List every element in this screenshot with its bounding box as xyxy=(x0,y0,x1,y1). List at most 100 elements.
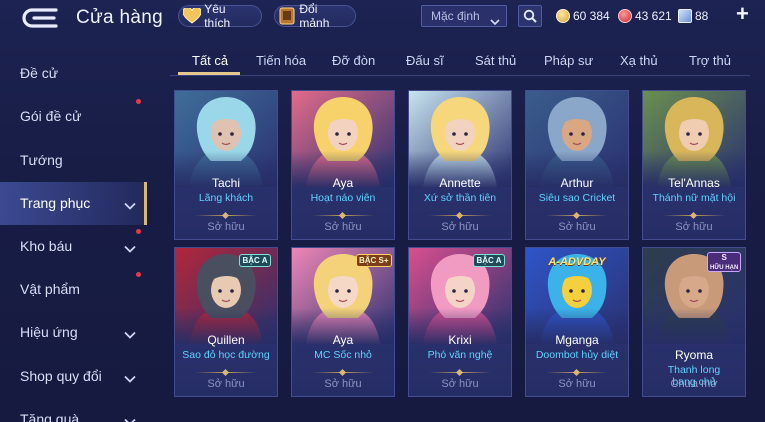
skin-card[interactable]: Tachi Lãng khách Sở hữu xyxy=(174,90,278,240)
chevron-down-icon xyxy=(124,370,136,388)
sidebar-item[interactable]: Đề cử xyxy=(0,52,147,95)
gem-amount: 43 621 xyxy=(635,9,672,23)
back-arrow-icon xyxy=(22,8,58,28)
ownership-status: Sở hữu xyxy=(441,378,479,390)
sidebar-item[interactable]: Gói đề cử xyxy=(0,95,147,138)
category-tab[interactable]: Đấu sĩ xyxy=(406,53,444,68)
ruby-icon xyxy=(618,9,632,23)
skin-name: Phó văn nghệ xyxy=(427,349,493,361)
ownership-status: Sở hữu xyxy=(324,378,362,390)
sidebar-item[interactable]: Tướng xyxy=(0,139,147,182)
card-divider xyxy=(663,215,725,216)
hero-name: Krixi xyxy=(448,333,472,347)
sidebar-item-label: Vật phẩm xyxy=(20,281,80,297)
sidebar-item[interactable]: Vật phẩm xyxy=(0,268,147,311)
skin-card[interactable]: BẬC A Quillen Sao đỏ học đường Sở hữu xyxy=(174,247,278,397)
skin-name: Siêu sao Cricket xyxy=(538,192,616,204)
search-button[interactable] xyxy=(518,5,542,27)
skin-card[interactable]: BẬC A Krixi Phó văn nghệ Sở hữu xyxy=(408,247,512,397)
sidebar-item-label: Tặng quà xyxy=(20,411,80,422)
category-tab[interactable]: Tiến hóa xyxy=(256,53,306,68)
tier-badge: BẬC S+ xyxy=(356,254,392,267)
add-currency-button[interactable]: + xyxy=(736,3,752,25)
skin-card[interactable]: Arthur Siêu sao Cricket Sở hữu xyxy=(525,90,629,240)
art-fade-overlay xyxy=(643,308,745,344)
hero-name: Annette xyxy=(439,176,481,190)
skin-card[interactable]: Aya Hoạt náo viên Sở hữu xyxy=(291,90,395,240)
skin-name: MC Sốc nhỏ xyxy=(314,349,372,361)
skin-card[interactable]: S HỮU HẠN Ryoma Thanh long bang chủ Chưa mở xyxy=(642,247,746,397)
sidebar-item-label: Tướng xyxy=(20,152,63,168)
chevron-down-icon xyxy=(124,326,136,344)
skin-card[interactable]: A-ADVDAY Mganga Doombot hủy diệt Sở hữu xyxy=(525,247,629,397)
skin-name: Thánh nữ mặt hội xyxy=(652,192,736,204)
sidebar-item[interactable]: Kho báu xyxy=(0,225,147,268)
sidebar-item-label: Đề cử xyxy=(20,65,59,81)
card-divider xyxy=(429,215,491,216)
skin-name: Xứ sở thần tiên xyxy=(423,192,497,204)
ownership-status: Sở hữu xyxy=(558,221,596,233)
hero-name: Tel'Annas xyxy=(668,176,720,190)
card-divider xyxy=(546,215,608,216)
category-tab[interactable]: Tất cả xyxy=(192,53,228,68)
voucher-amount: 88 xyxy=(695,9,709,23)
sidebar-item[interactable]: Tặng quà xyxy=(0,398,147,422)
chevron-down-icon xyxy=(124,197,136,215)
sidebar-item[interactable]: Trang phục xyxy=(0,182,147,225)
tier-badge-label: BẬC A xyxy=(476,256,502,265)
tier-badge-sublabel: HỮU HẠN xyxy=(710,265,739,271)
card-divider xyxy=(312,372,374,373)
sidebar: Đề cử Gói đề cử Tướng Trang phục Kho báu Vật … xyxy=(0,52,148,422)
category-tabs: Tất cả Tiến hóa Đỡ đòn Đấu sĩ Sát thủ Pháp sư… xyxy=(170,46,750,76)
sidebar-item[interactable]: Shop quy đổi xyxy=(0,355,147,398)
tier-badge-label: BẬC S+ xyxy=(359,256,389,265)
fragment-card-icon xyxy=(277,6,297,26)
tier-badge-label: BẬC A xyxy=(242,256,268,265)
gem-balance: 43 621 xyxy=(618,7,672,25)
notification-dot xyxy=(136,272,141,277)
tier-badge: S HỮU HẠN xyxy=(707,252,742,272)
sort-dropdown[interactable]: Mặc định xyxy=(421,5,507,27)
sidebar-item-label: Gói đề cử xyxy=(20,108,82,124)
page-title: Cửa hàng xyxy=(76,7,163,28)
tier-badge-label: S xyxy=(721,253,727,262)
card-divider xyxy=(195,215,257,216)
ownership-status: Sở hữu xyxy=(207,221,245,233)
notification-dot xyxy=(136,99,141,104)
card-divider xyxy=(546,372,608,373)
fragment-exchange-button[interactable]: Đổi mảnh xyxy=(274,2,356,30)
skin-name: Doombot hủy diệt xyxy=(535,349,619,361)
hero-name: Quillen xyxy=(207,333,245,347)
gold-amount: 60 384 xyxy=(573,9,610,23)
gold-coin-icon xyxy=(556,9,570,23)
category-tab[interactable]: Xạ thủ xyxy=(620,53,658,68)
category-tab[interactable]: Pháp sư xyxy=(544,53,593,68)
fragment-exchange-label: Đổi mảnh xyxy=(299,2,330,30)
category-tab[interactable]: Đỡ đòn xyxy=(332,53,375,68)
hero-name: Arthur xyxy=(560,176,594,190)
ownership-status: Sở hữu xyxy=(324,221,362,233)
ownership-status: Chưa mở xyxy=(670,378,718,390)
hero-name: Aya xyxy=(332,176,354,190)
skin-card[interactable]: BẬC S+ Aya MC Sốc nhỏ Sở hữu xyxy=(291,247,395,397)
sidebar-item[interactable]: Hiệu ứng xyxy=(0,311,147,354)
ownership-status: Sở hữu xyxy=(441,221,479,233)
chevron-down-icon xyxy=(124,413,136,422)
back-button[interactable] xyxy=(20,6,60,30)
skin-card[interactable]: Annette Xứ sở thần tiên Sở hữu xyxy=(408,90,512,240)
skin-name: Hoạt náo viên xyxy=(310,192,376,204)
event-banner: A-ADVDAY xyxy=(548,256,606,268)
category-tab[interactable]: Trợ thủ xyxy=(689,53,731,68)
skin-card[interactable]: Tel'Annas Thánh nữ mặt hội Sở hữu xyxy=(642,90,746,240)
hero-name: Aya xyxy=(332,333,354,347)
sidebar-item-label: Hiệu ứng xyxy=(20,324,78,340)
sort-dropdown-value: Mặc định xyxy=(431,9,480,23)
active-tab-underline xyxy=(178,72,240,75)
favorites-button[interactable]: Yêu thích xyxy=(178,2,262,30)
gold-balance: 60 384 xyxy=(556,7,610,25)
sidebar-item-label: Kho báu xyxy=(20,238,73,254)
sidebar-item-label: Shop quy đổi xyxy=(20,368,102,384)
card-divider xyxy=(429,372,491,373)
top-bar: Cửa hàng Yêu thích Đổi mảnh Mặc định 60 … xyxy=(0,0,765,36)
category-tab[interactable]: Sát thủ xyxy=(475,53,516,68)
